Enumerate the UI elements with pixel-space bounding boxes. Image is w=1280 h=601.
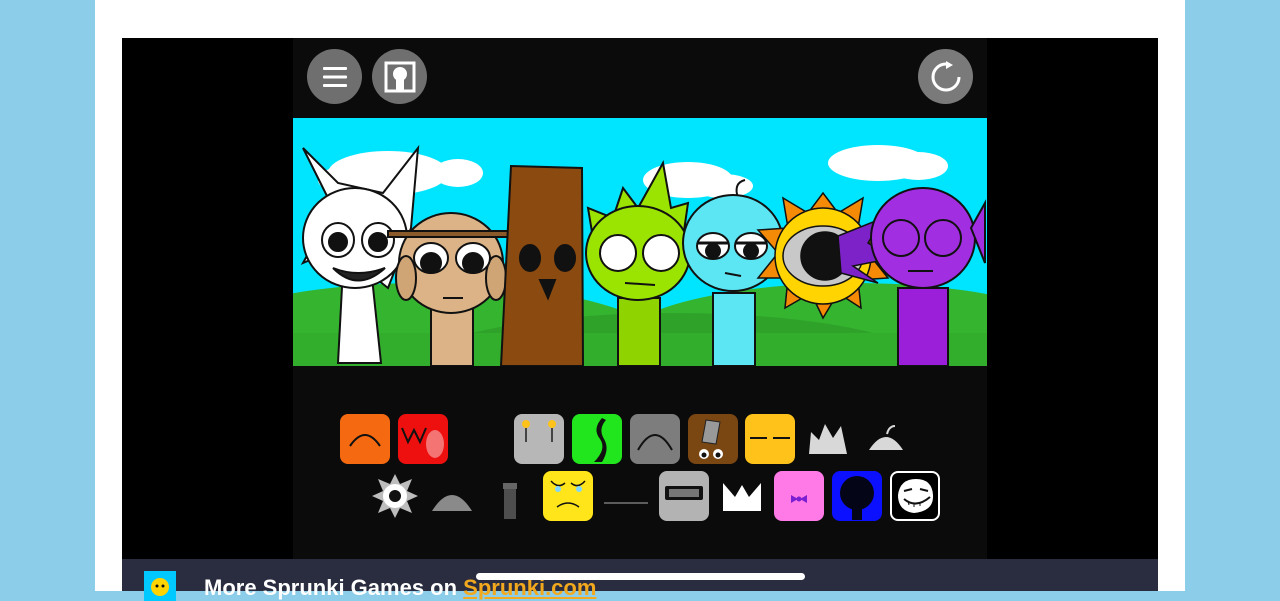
arc-icon	[349, 434, 381, 447]
spikes-icon	[401, 427, 444, 458]
menu-button[interactable]	[307, 49, 362, 104]
sound-icon-red[interactable]	[398, 414, 448, 464]
half-dome-icon	[432, 495, 472, 511]
sound-icon-gray-pins[interactable]	[514, 414, 564, 464]
sound-icon-tube[interactable]	[485, 471, 535, 521]
reset-button[interactable]	[918, 49, 973, 104]
crown-icon	[809, 424, 847, 454]
home-indicator[interactable]	[476, 573, 805, 580]
sound-icon-white-crown[interactable]	[717, 471, 767, 521]
character-button[interactable]	[372, 49, 427, 104]
sound-icon-yellow-face[interactable]	[543, 471, 593, 521]
scene-illustration	[293, 118, 987, 366]
arc-icon	[637, 434, 673, 451]
pins-icon	[522, 420, 556, 442]
dark-head-icon	[840, 476, 874, 520]
sound-icon-half-dome[interactable]	[427, 471, 477, 521]
menu-icon	[322, 66, 347, 87]
sound-icon-pink-bow[interactable]	[774, 471, 824, 521]
reset-icon	[931, 60, 960, 91]
sound-icon-line[interactable]	[601, 471, 651, 521]
sound-icon-yellow[interactable]	[745, 414, 795, 464]
crown-icon	[723, 483, 761, 511]
tube-icon	[503, 483, 517, 519]
sound-icon-gear-eye[interactable]	[370, 471, 420, 521]
sound-icon-troll-face[interactable]	[890, 471, 940, 521]
sound-icon-orange[interactable]	[340, 414, 390, 464]
gear-eye-icon	[372, 474, 418, 518]
crying-face-icon	[550, 480, 586, 508]
sound-icon-visor[interactable]	[659, 471, 709, 521]
horn-icon	[594, 418, 607, 462]
sun-logo-icon	[144, 571, 176, 601]
sound-icon-blue-dark[interactable]	[832, 471, 882, 521]
sound-icon-brown-cup[interactable]	[688, 414, 738, 464]
promo-text-prefix: More Sprunki Games on	[204, 575, 464, 600]
visor-icon	[665, 486, 703, 500]
character-brown	[499, 164, 585, 366]
line-icon	[604, 502, 648, 504]
dome-icon	[869, 425, 903, 450]
bow-icon	[791, 495, 807, 503]
troll-face-icon	[898, 479, 934, 513]
character-scene	[293, 118, 987, 366]
dash-eyes-icon	[750, 437, 790, 439]
character-icon	[384, 61, 415, 92]
sound-icon-dome[interactable]	[861, 414, 911, 464]
cup-icon	[699, 419, 723, 459]
sound-icon-green[interactable]	[572, 414, 622, 464]
sound-icon-gray[interactable]	[630, 414, 680, 464]
sound-icon-crown[interactable]	[803, 414, 853, 464]
game-canvas[interactable]	[293, 38, 987, 559]
